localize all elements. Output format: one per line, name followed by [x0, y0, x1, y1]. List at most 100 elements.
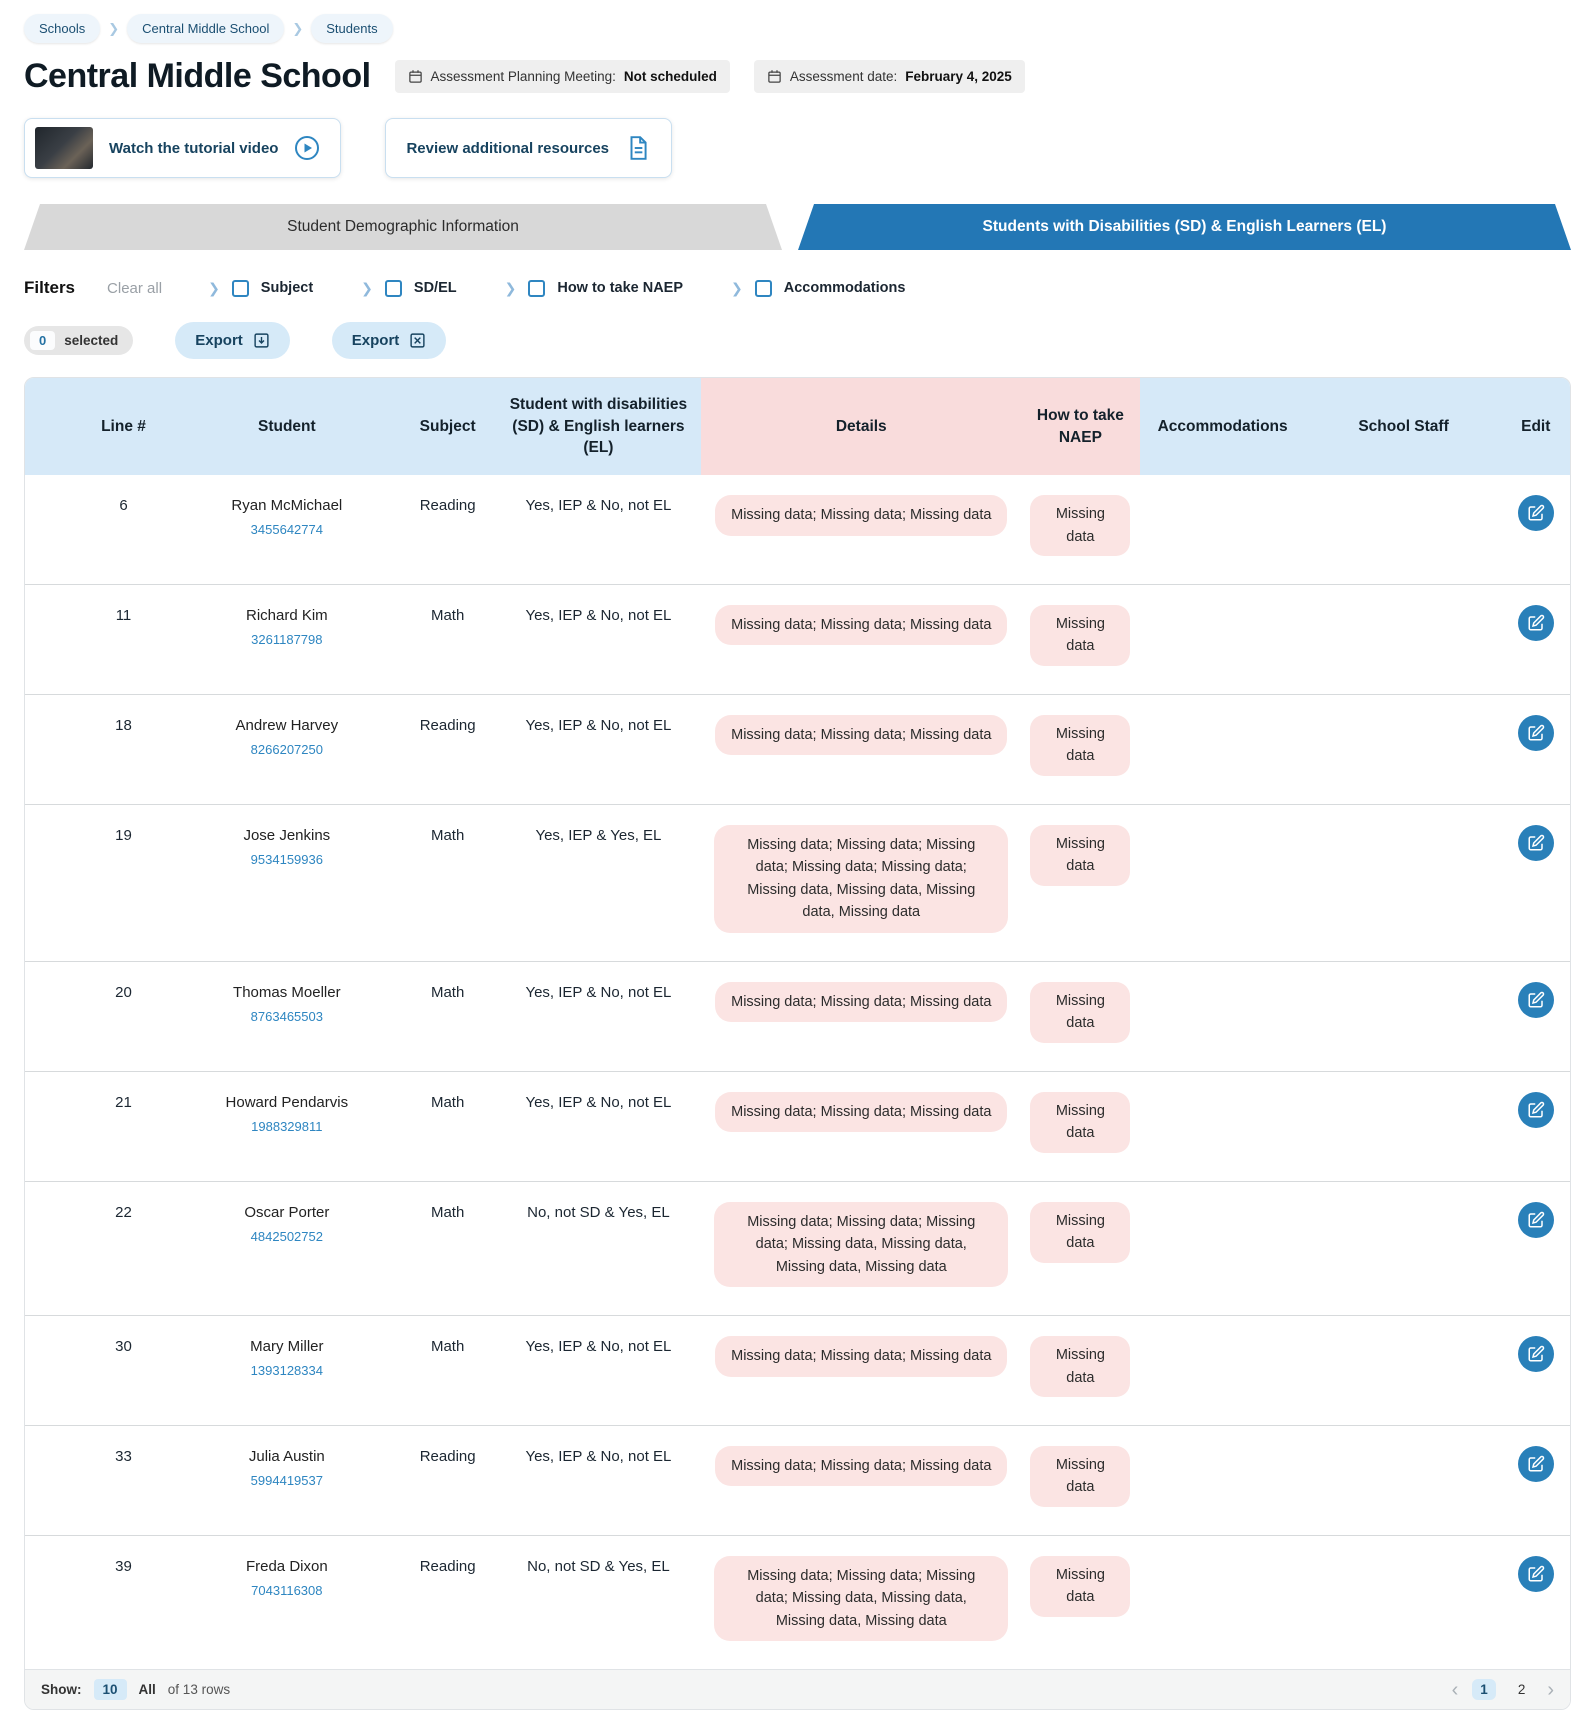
date-badge-label: Assessment date: [790, 69, 897, 84]
naep-cell: Missing data [1021, 694, 1140, 804]
sd-el-cell: Yes, IEP & No, not EL [495, 961, 701, 1071]
naep-missing-data-pill: Missing data [1030, 825, 1130, 886]
table-row: 6 Ryan McMichael 3455642774 Reading Yes,… [25, 475, 1570, 584]
edit-button[interactable] [1518, 1092, 1554, 1128]
student-id: 3261187798 [182, 631, 392, 649]
filter-group-naep: ❯ How to take NAEP [505, 280, 683, 297]
student-id: 5994419537 [182, 1472, 392, 1490]
edit-pencil-icon [1527, 1345, 1545, 1363]
chevron-right-icon: ❯ [731, 280, 743, 297]
naep-cell: Missing data [1021, 585, 1140, 695]
naep-cell: Missing data [1021, 961, 1140, 1071]
chevron-right-icon: ❯ [361, 280, 373, 297]
chevron-right-icon: ❯ [208, 280, 220, 297]
edit-button[interactable] [1518, 605, 1554, 641]
accommodations-cell [1140, 1535, 1306, 1669]
line-number: 39 [73, 1535, 174, 1669]
sd-el-cell: Yes, IEP & Yes, EL [495, 804, 701, 961]
student-name: Mary Miller [182, 1336, 392, 1357]
next-page-icon[interactable]: › [1547, 1680, 1554, 1700]
edit-button[interactable] [1518, 825, 1554, 861]
page-size-10-button[interactable]: 10 [94, 1679, 127, 1700]
student-cell: Thomas Moeller 8763465503 [174, 961, 400, 1071]
edit-pencil-icon [1527, 1101, 1545, 1119]
edit-pencil-icon [1527, 1455, 1545, 1473]
line-number: 21 [73, 1071, 174, 1181]
page-size-all-button[interactable]: All [139, 1682, 156, 1697]
details-missing-data-pill: Missing data; Missing data; Missing data… [714, 825, 1008, 933]
table-footer: Show: 10 All of 13 rows ‹ 1 2 › [25, 1669, 1570, 1709]
additional-resources-label: Review additional resources [406, 140, 609, 157]
export-pdf-button[interactable]: Export [175, 322, 290, 359]
naep-cell: Missing data [1021, 1071, 1140, 1181]
tab-sd-el[interactable]: Students with Disabilities (SD) & Englis… [798, 204, 1571, 250]
edit-button[interactable] [1518, 715, 1554, 751]
breadcrumb-item-schools[interactable]: Schools [24, 14, 100, 43]
resource-cards: Watch the tutorial video Review addition… [24, 118, 1571, 178]
naep-filter-label: How to take NAEP [557, 280, 683, 296]
row-spacer [25, 1181, 73, 1315]
naep-missing-data-pill: Missing data [1030, 1092, 1130, 1153]
clear-all-filters-button[interactable]: Clear all [107, 280, 162, 297]
student-id: 1393128334 [182, 1362, 392, 1380]
student-id: 1988329811 [182, 1118, 392, 1136]
school-staff-cell [1306, 961, 1502, 1071]
school-staff-cell [1306, 1071, 1502, 1181]
video-thumbnail [35, 127, 93, 169]
subject-cell: Math [400, 1181, 495, 1315]
column-header-details: Details [701, 378, 1021, 475]
page-2-button[interactable]: 2 [1510, 1679, 1534, 1700]
edit-button[interactable] [1518, 1446, 1554, 1482]
edit-cell [1502, 475, 1570, 584]
edit-cell [1502, 1071, 1570, 1181]
subject-cell: Math [400, 1071, 495, 1181]
naep-cell: Missing data [1021, 1316, 1140, 1426]
calendar-icon [408, 69, 423, 84]
subject-cell: Reading [400, 1535, 495, 1669]
previous-page-icon[interactable]: ‹ [1452, 1680, 1459, 1700]
edit-pencil-icon [1527, 1211, 1545, 1229]
line-number: 33 [73, 1425, 174, 1535]
student-name: Howard Pendarvis [182, 1092, 392, 1113]
edit-button[interactable] [1518, 495, 1554, 531]
naep-cell: Missing data [1021, 804, 1140, 961]
page-1-button[interactable]: 1 [1472, 1679, 1496, 1700]
details-missing-data-pill: Missing data; Missing data; Missing data… [714, 1556, 1008, 1641]
subject-cell: Reading [400, 475, 495, 584]
edit-button[interactable] [1518, 1202, 1554, 1238]
naep-cell: Missing data [1021, 1425, 1140, 1535]
school-staff-cell [1306, 585, 1502, 695]
tab-bar: Student Demographic Information Students… [24, 204, 1571, 250]
edit-button[interactable] [1518, 1556, 1554, 1592]
accommodations-cell [1140, 1071, 1306, 1181]
pagination: ‹ 1 2 › [1452, 1679, 1554, 1700]
school-staff-cell [1306, 475, 1502, 584]
details-missing-data-pill: Missing data; Missing data; Missing data [715, 1446, 1007, 1486]
accommodations-filter-label: Accommodations [784, 280, 906, 296]
naep-filter-checkbox[interactable] [528, 280, 545, 297]
selected-count-pill: 0 selected [24, 326, 133, 355]
export-excel-button[interactable]: Export [332, 322, 447, 359]
column-header-line: Line # [73, 378, 174, 475]
edit-cell [1502, 1181, 1570, 1315]
additional-resources-card[interactable]: Review additional resources [385, 118, 672, 178]
student-id: 8763465503 [182, 1008, 392, 1026]
subject-filter-checkbox[interactable] [232, 280, 249, 297]
sdel-filter-checkbox[interactable] [385, 280, 402, 297]
edit-button[interactable] [1518, 1336, 1554, 1372]
meeting-badge-label: Assessment Planning Meeting: [431, 69, 616, 84]
edit-button[interactable] [1518, 982, 1554, 1018]
tab-demographic-information[interactable]: Student Demographic Information [24, 204, 782, 250]
table-row: 33 Julia Austin 5994419537 Reading Yes, … [25, 1425, 1570, 1535]
breadcrumb-item-students[interactable]: Students [311, 14, 392, 43]
meeting-badge-value: Not scheduled [624, 69, 717, 84]
chevron-right-icon: ❯ [106, 21, 121, 37]
breadcrumb-item-school[interactable]: Central Middle School [127, 14, 284, 43]
naep-cell: Missing data [1021, 1535, 1140, 1669]
accommodations-filter-checkbox[interactable] [755, 280, 772, 297]
page-size-controls: Show: 10 All of 13 rows [41, 1679, 230, 1700]
chevron-right-icon: ❯ [505, 280, 517, 297]
accommodations-cell [1140, 804, 1306, 961]
row-spacer [25, 1425, 73, 1535]
tutorial-video-card[interactable]: Watch the tutorial video [24, 118, 341, 178]
